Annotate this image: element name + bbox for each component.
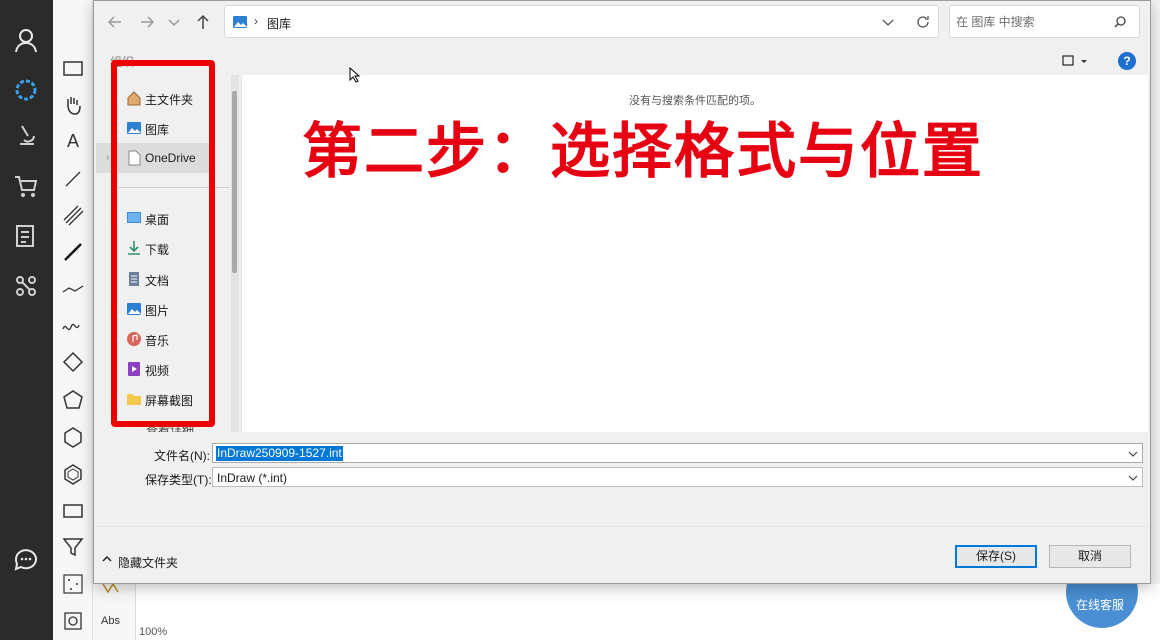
- notes-icon[interactable]: [12, 222, 40, 250]
- mouse-cursor-icon: [349, 67, 361, 83]
- refresh-icon[interactable]: [915, 14, 931, 30]
- funnel-icon[interactable]: [61, 535, 85, 559]
- single-bond-icon[interactable]: [61, 167, 85, 191]
- share-nodes-icon[interactable]: [12, 272, 40, 300]
- cart-icon[interactable]: [12, 172, 40, 200]
- breadcrumb-separator: ›: [254, 14, 258, 28]
- search-icon[interactable]: [1113, 15, 1127, 29]
- online-service-label[interactable]: 在线客服: [1076, 596, 1124, 613]
- triple-bond-icon[interactable]: [61, 203, 85, 227]
- save-as-dialog: › 图库 组织 ? › 主文件夹 图库 OneDrive 桌面 下载 文档 图片: [93, 0, 1151, 584]
- text-tool-icon[interactable]: A: [61, 131, 85, 155]
- save-button[interactable]: 保存(S): [955, 545, 1037, 568]
- search-input[interactable]: [956, 13, 1106, 31]
- expand-chevron-icon[interactable]: ›: [106, 152, 109, 163]
- left-rail: [0, 0, 53, 640]
- select-rect-icon[interactable]: [61, 57, 85, 81]
- filetype-value: InDraw (*.int): [217, 471, 288, 485]
- address-bar[interactable]: › 图库: [224, 5, 939, 38]
- molecule-logo-icon[interactable]: [12, 76, 40, 104]
- view-options-icon[interactable]: [1061, 53, 1091, 69]
- cancel-button[interactable]: 取消: [1049, 545, 1131, 568]
- benzene-icon[interactable]: [61, 462, 85, 486]
- filetype-label: 保存类型(T):: [145, 473, 212, 487]
- pentagon-icon[interactable]: [61, 388, 85, 412]
- gallery-icon: [233, 16, 247, 28]
- tutorial-overlay-title: 第二步：选择格式与位置: [302, 117, 984, 187]
- drawing-toolbar: A: [53, 0, 93, 640]
- chevron-up-icon: [102, 555, 112, 562]
- user-icon[interactable]: [12, 26, 40, 54]
- filetype-select[interactable]: InDraw (*.int): [212, 467, 1143, 487]
- wave-bond-icon[interactable]: [61, 313, 85, 337]
- filename-input[interactable]: InDraw250909-1527.int: [212, 443, 1143, 463]
- zoom-level: 100%: [139, 626, 168, 638]
- chain-icon[interactable]: [61, 277, 85, 301]
- dotted-box-icon[interactable]: [61, 572, 85, 596]
- file-list-area[interactable]: 没有与搜索条件匹配的项。 第二步：选择格式与位置: [241, 75, 1148, 432]
- recent-locations-chevron-icon[interactable]: [166, 11, 182, 33]
- secondary-toolbar: [93, 580, 135, 640]
- template-icon[interactable]: [61, 609, 85, 633]
- rectangle-icon[interactable]: [61, 499, 85, 523]
- breadcrumb-gallery[interactable]: 图库: [267, 15, 291, 32]
- diamond-icon[interactable]: [61, 350, 85, 374]
- hide-folders-label: 隐藏文件夹: [118, 556, 179, 570]
- address-history-chevron-icon[interactable]: [881, 15, 895, 29]
- drawing-canvas[interactable]: [135, 584, 1160, 640]
- nav-scrollbar-thumb[interactable]: [232, 91, 237, 273]
- chevron-down-icon[interactable]: [1128, 449, 1138, 459]
- forward-arrow-icon[interactable]: [136, 11, 158, 33]
- filename-value[interactable]: InDraw250909-1527.int: [216, 446, 343, 461]
- hexagon-icon[interactable]: [61, 425, 85, 449]
- red-highlight-box: [111, 60, 215, 427]
- hand-icon[interactable]: [61, 93, 85, 117]
- help-button[interactable]: ?: [1118, 52, 1136, 70]
- back-arrow-icon[interactable]: [104, 11, 126, 33]
- microscope-icon[interactable]: [12, 122, 40, 150]
- bold-bond-icon[interactable]: [61, 240, 85, 264]
- chat-icon[interactable]: [12, 545, 40, 573]
- chevron-down-icon[interactable]: [1128, 473, 1138, 483]
- filename-label: 文件名(N):: [154, 449, 210, 463]
- search-box[interactable]: [949, 5, 1140, 38]
- up-arrow-icon[interactable]: [192, 11, 214, 33]
- abs-label[interactable]: Abs: [101, 615, 120, 627]
